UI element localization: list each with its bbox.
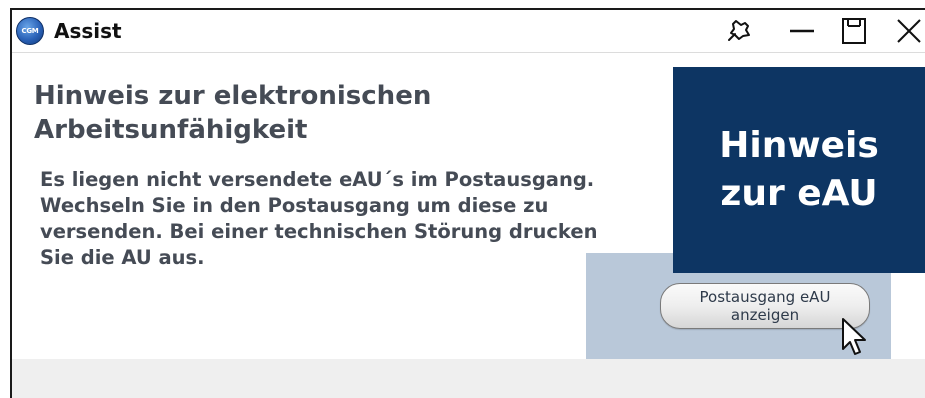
app-logo: CGM (16, 17, 44, 45)
window-title: Assist (54, 19, 122, 43)
title-bar: CGM Assist (12, 10, 925, 53)
maximize-icon (839, 16, 869, 46)
eau-banner: Hinweis zur eAU (673, 67, 925, 273)
banner-text: Hinweis zur eAU (719, 125, 879, 214)
minimize-icon (787, 16, 817, 46)
page-title: Hinweis zur elektronischen Arbeitsunfähi… (34, 81, 432, 145)
content-area: Hinweis zur elektronischen Arbeitsunfähi… (12, 53, 925, 359)
pin-button[interactable] (718, 14, 758, 48)
notice-message: Es liegen nicht versendete eAU´s im Post… (40, 168, 598, 269)
show-outbox-button[interactable]: Postausgang eAU anzeigen (660, 283, 870, 329)
maximize-button[interactable] (834, 14, 874, 48)
close-icon (894, 16, 922, 46)
pin-icon (723, 16, 753, 46)
minimize-button[interactable] (782, 14, 822, 48)
close-button[interactable] (890, 14, 925, 48)
assist-window: CGM Assist Hinweis zur elektronischen Ar… (10, 8, 925, 398)
